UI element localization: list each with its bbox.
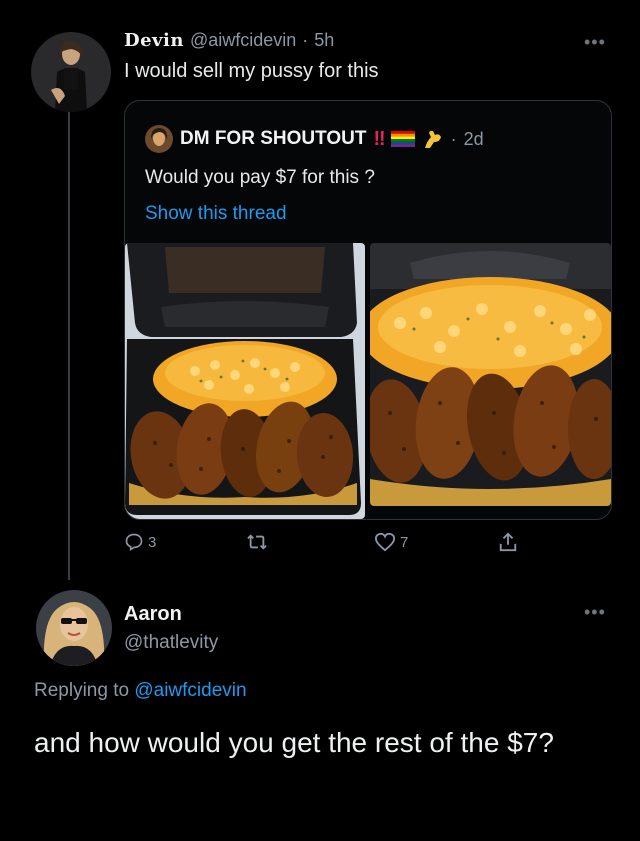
aaron-display-name[interactable]: Aaron [124, 603, 182, 626]
quoted-time-separator: · [450, 128, 457, 149]
reply-tweet-text: and how would you get the rest of the $7… [34, 727, 554, 758]
tweet-time[interactable]: 5h [314, 30, 334, 51]
reply-more-dots-icon[interactable]: ••• [584, 602, 606, 623]
retweet-button[interactable] [246, 532, 268, 552]
quoted-display-name[interactable]: DM FOR SHOUTOUT [180, 128, 366, 150]
replying-to-handle[interactable]: @aiwfcidevin [134, 680, 246, 701]
devin-avatar[interactable] [31, 32, 111, 112]
quoted-tweet-header: DM FOR SHOUTOUT ‼ · 2d [145, 125, 484, 153]
food-photo-1[interactable] [125, 243, 365, 519]
double-exclamation-icon: ‼ [373, 127, 385, 150]
replying-to-label: Replying to [34, 680, 130, 701]
top-tweet-header: Devin @aiwfcidevin · 5h [124, 30, 334, 56]
share-icon [499, 532, 517, 552]
show-thread-link[interactable]: Show this thread [145, 203, 287, 225]
heart-icon [374, 532, 396, 552]
quoted-tweet-text: Would you pay $7 for this ? [145, 167, 375, 188]
time-separator: · [302, 30, 309, 50]
like-count: 7 [400, 533, 409, 551]
like-button[interactable]: 7 [374, 532, 408, 552]
top-tweet-text: I would sell my pussy for this [124, 60, 379, 82]
aaron-avatar[interactable] [36, 590, 112, 666]
devin-display-name[interactable]: Devin [124, 30, 184, 51]
aaron-handle[interactable]: @thatlevity [124, 632, 218, 654]
reply-icon [125, 533, 143, 552]
devin-handle[interactable]: @aiwfcidevin [190, 30, 296, 51]
flexed-biceps-icon [422, 128, 444, 150]
thread-connector-line [68, 112, 70, 580]
replying-to-line: Replying to @aiwfcidevin [34, 680, 247, 702]
quoted-avatar[interactable] [145, 125, 173, 153]
retweet-icon [247, 534, 267, 550]
more-dots-icon[interactable]: ••• [584, 32, 606, 53]
reply-button[interactable]: 3 [124, 532, 156, 552]
rainbow-flag-icon [390, 131, 415, 147]
quoted-tweet-card[interactable]: DM FOR SHOUTOUT ‼ · 2d Would you pay $7 … [124, 100, 612, 520]
reply-count: 3 [148, 533, 157, 551]
share-button[interactable] [498, 531, 518, 553]
food-photo-2[interactable] [370, 243, 611, 506]
quoted-tweet-time[interactable]: 2d [464, 129, 484, 150]
